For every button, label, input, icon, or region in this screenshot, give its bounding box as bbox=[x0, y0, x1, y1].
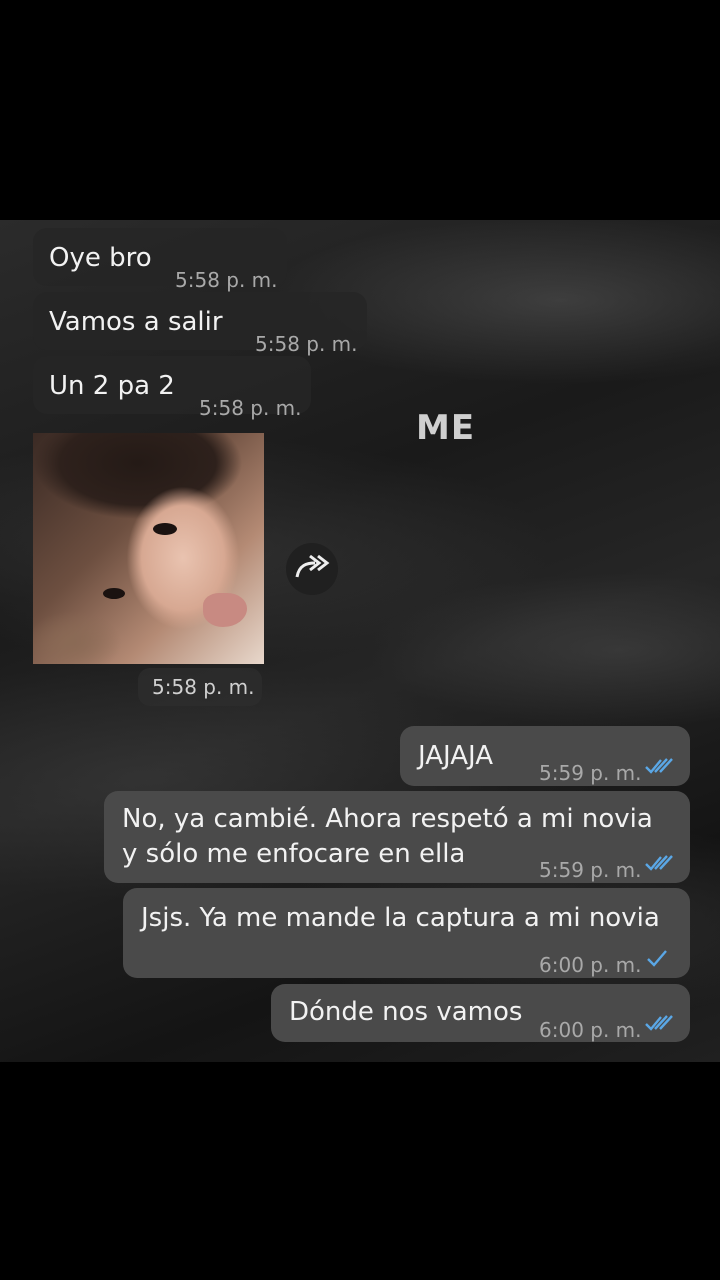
message-time: 5:59 p. m. bbox=[539, 858, 642, 882]
message-bubble-incoming[interactable]: Oye bro 5:58 p. m. bbox=[33, 228, 287, 292]
message-time: 5:58 p. m. bbox=[152, 675, 255, 699]
message-bubble-outgoing[interactable]: Jsjs. Ya me mande la captura a mi novia … bbox=[123, 888, 690, 978]
double-check-icon bbox=[644, 853, 674, 873]
message-text: Oye bro bbox=[49, 243, 152, 273]
message-time: 6:00 p. m. bbox=[539, 1018, 642, 1042]
photo-detail bbox=[153, 523, 177, 535]
message-text: y sólo me enfocare en ella bbox=[122, 839, 466, 869]
photo-detail bbox=[203, 593, 247, 627]
message-bubble-outgoing[interactable]: No, ya cambié. Ahora respetó a mi novia … bbox=[104, 791, 690, 883]
message-text: JAJAJA bbox=[418, 741, 493, 771]
message-text: Un 2 pa 2 bbox=[49, 371, 175, 401]
message-bubble-outgoing[interactable]: JAJAJA 5:59 p. m. bbox=[400, 726, 690, 786]
message-time: 5:59 p. m. bbox=[539, 761, 642, 785]
photo-detail bbox=[103, 588, 125, 599]
forward-button[interactable] bbox=[286, 543, 338, 595]
message-time: 5:58 p. m. bbox=[199, 396, 302, 420]
message-text: Dónde nos vamos bbox=[289, 997, 523, 1027]
message-bubble-incoming[interactable]: Vamos a salir 5:58 p. m. bbox=[33, 292, 367, 356]
message-text: No, ya cambié. Ahora respetó a mi novia bbox=[122, 804, 653, 834]
image-message[interactable] bbox=[33, 433, 264, 664]
double-check-icon bbox=[644, 756, 674, 776]
message-text: Vamos a salir bbox=[49, 307, 223, 337]
image-time-pill: 5:58 p. m. bbox=[138, 668, 262, 706]
watermark-label: ME bbox=[416, 408, 476, 448]
message-time: 6:00 p. m. bbox=[539, 953, 642, 977]
message-text: Jsjs. Ya me mande la captura a mi novia bbox=[141, 903, 660, 933]
message-bubble-outgoing[interactable]: Dónde nos vamos 6:00 p. m. bbox=[271, 984, 690, 1042]
forward-icon bbox=[293, 553, 331, 585]
double-check-icon bbox=[644, 1013, 674, 1033]
single-check-icon bbox=[644, 948, 674, 968]
chat-area: Oye bro 5:58 p. m. Vamos a salir 5:58 p.… bbox=[0, 220, 720, 1062]
message-bubble-incoming[interactable]: Un 2 pa 2 5:58 p. m. bbox=[33, 356, 311, 420]
